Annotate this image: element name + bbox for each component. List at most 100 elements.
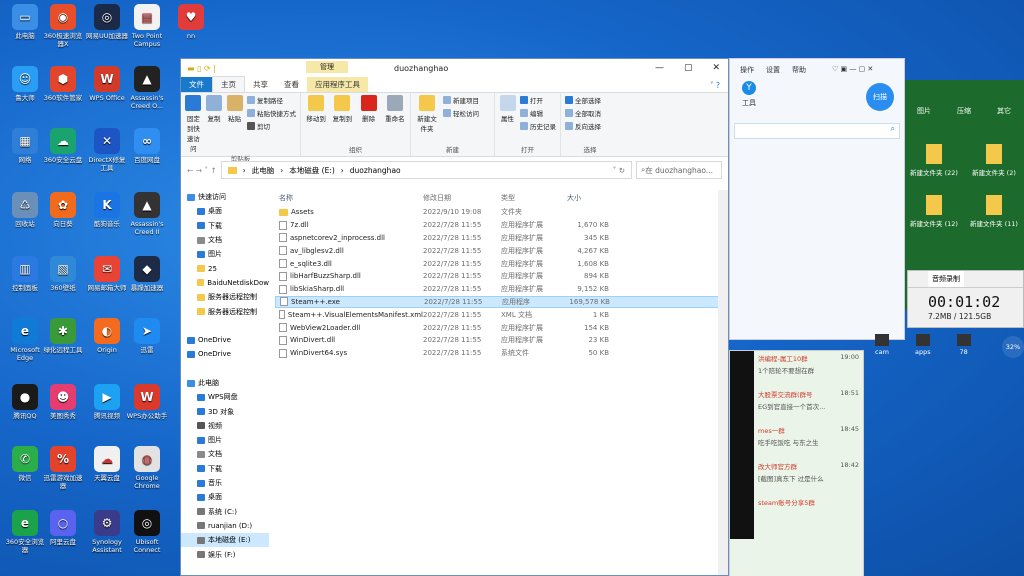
select-none-button[interactable]: 全部取消 [565, 108, 615, 118]
file-row[interactable]: libSkiaSharp.dll 2022/7/28 11:55 应用程序扩展 9,1… [275, 283, 728, 296]
desktop-icon[interactable]: ∞ 百度网盘 [126, 128, 168, 164]
chat-item[interactable]: mes一群 18:45 吃手吃饭吃 与东之生 [758, 425, 861, 461]
desktop-icon[interactable]: % 迅雷游戏加速器 [42, 446, 84, 490]
desktop-icon[interactable]: ▧ 360壁纸 [42, 256, 84, 292]
folder-item[interactable]: 新建文件夹 (12) [906, 195, 962, 228]
desktop-icon[interactable]: ⬢ 360软件管家 [42, 66, 84, 102]
nav-item[interactable]: 桌面 [181, 204, 269, 218]
select-all-button[interactable]: 全部选择 [565, 95, 615, 105]
nav-item[interactable]: 文档 [181, 447, 269, 461]
nav-item[interactable]: 视频 [181, 419, 269, 433]
nav-item[interactable]: 娱乐 (F:) [181, 547, 269, 561]
recorder-tab[interactable] [908, 271, 928, 287]
file-row[interactable]: WebView2Loader.dll 2022/7/28 11:55 应用程序扩展 1… [275, 321, 728, 334]
desktop-icon[interactable]: e 360安全浏览器 [4, 510, 46, 554]
move-to-button[interactable]: 移动到 [305, 95, 327, 123]
nav-arrows[interactable]: ← → ˅ ↑ [187, 166, 217, 175]
easy-access-button[interactable]: 轻松访问 [443, 108, 479, 118]
crumb[interactable]: 本地磁盘 (E:) [289, 165, 335, 176]
desktop-icon[interactable]: ▭ 此电脑 [4, 4, 46, 40]
nav-item[interactable]: 图片 [181, 247, 269, 261]
scan-button[interactable]: 扫描 [866, 83, 894, 111]
folder-item[interactable]: 新建文件夹 (22) [906, 144, 962, 177]
desktop-icon[interactable]: ▶ 腾讯视频 [86, 384, 128, 420]
tab-file[interactable]: 文件 [181, 77, 212, 92]
nav-item[interactable]: 25 [181, 261, 269, 275]
desktop-icon[interactable]: ✉ 网易邮箱大师 [86, 256, 128, 292]
recorder-tab[interactable]: 音频录制 [928, 271, 964, 287]
desktop-icon[interactable]: ▲ Assassin's Creed O... [126, 66, 168, 110]
tab-share[interactable]: 共享 [245, 77, 276, 92]
desktop-icon[interactable]: ☁ 天翼云盘 [86, 446, 128, 482]
folder-item[interactable]: 新建文件夹 (2) [966, 144, 1022, 177]
delete-button[interactable]: 删除 [358, 95, 380, 123]
desktop-icon[interactable]: ⚙ Synology Assistant [86, 510, 128, 554]
desktop-icon[interactable]: K 酷狗音乐 [86, 192, 128, 228]
desktop-icon[interactable]: ▤ Two Point Campus [126, 4, 168, 48]
desktop-icon[interactable]: ✕ DirectX修复工具 [86, 128, 128, 172]
desktop-icon[interactable]: ✆ 微信 [4, 446, 46, 482]
nav-item[interactable]: 3D 对象 [181, 404, 269, 418]
chat-item[interactable]: 洪编程-属工10群 19:00 1个陪轮不要想在群 [758, 353, 861, 389]
desktop-icon[interactable]: ◎ Ubisoft Connect [126, 510, 168, 554]
scrollbar[interactable] [718, 190, 728, 575]
desktop-icon[interactable]: W WPS办公助手 [126, 384, 168, 420]
invert-selection-button[interactable]: 反向选择 [565, 121, 615, 131]
menu-item[interactable]: 帮助 [792, 65, 806, 75]
desktop-icon[interactable]: ▲ Assassin's Creed II [126, 192, 168, 236]
menu-item[interactable]: 操作 [740, 65, 754, 75]
chat-item[interactable]: 大股票交流群(群号 18:51 EG到官直接一个首次... [758, 389, 861, 425]
desktop-icon[interactable]: ✿ 向日葵 [42, 192, 84, 228]
desktop-icon[interactable]: ◉ 360极速浏览器X [42, 4, 84, 48]
file-row[interactable]: av_libglesv2.dll 2022/7/28 11:55 应用程序扩展 4,2… [275, 244, 728, 257]
file-row[interactable]: Steam++.exe 2022/7/28 11:55 应用程序 169,578 KB [275, 295, 728, 309]
new-item-button[interactable]: 新建项目 [443, 95, 479, 105]
nav-item[interactable]: 文档 [181, 233, 269, 247]
col-name[interactable]: 名称 [275, 193, 423, 203]
col-type[interactable]: 类型 [501, 193, 567, 203]
desktop-icon[interactable]: ◐ Origin [86, 318, 128, 354]
file-row[interactable]: WinDivert64.sys 2022/7/28 11:55 系统文件 50 KB [275, 347, 728, 360]
nav-item[interactable]: WPS网盘 [181, 390, 269, 404]
history-button[interactable]: 历史记录 [520, 121, 556, 131]
nav-item[interactable]: OneDrive [181, 333, 269, 347]
bg-icon-cam[interactable]: cam [875, 334, 889, 356]
nav-item[interactable]: 音乐 [181, 476, 269, 490]
folder-item[interactable]: 新建文件夹 (11) [966, 195, 1022, 228]
nav-item[interactable]: 服务器远程控制 [181, 290, 269, 304]
rename-button[interactable]: 重命名 [384, 95, 406, 123]
tab-app-tools[interactable]: 应用程序工具 [307, 77, 368, 92]
new-folder-button[interactable]: 新建文件夹 [415, 95, 439, 133]
desktop-icon[interactable]: ▦ 网络 [4, 128, 46, 164]
paste-shortcut-button[interactable]: 粘贴快捷方式 [247, 108, 296, 118]
desktop-icon[interactable]: ◍ Google Chrome [126, 446, 168, 490]
quick-access-toolbar[interactable]: ▬ ▯ ⟳ | [181, 64, 222, 73]
desktop-icon[interactable]: ☁ 360安全云盘 [42, 128, 84, 164]
properties-button[interactable]: 属性 [499, 95, 516, 131]
search-input[interactable]: ⌕ 在 duozhanghao... [636, 161, 722, 179]
tab-home[interactable]: 主页 [212, 76, 245, 92]
desktop-icon[interactable]: ✱ 绿化远程工具 [42, 318, 84, 354]
window-controls[interactable]: ♡ ▣ — ▢ ✕ [832, 65, 873, 75]
file-row[interactable]: WinDivert.dll 2022/7/28 11:55 应用程序扩展 23 KB [275, 334, 728, 347]
cut-button[interactable]: 剪切 [247, 121, 296, 131]
nav-item[interactable]: 桌面 [181, 490, 269, 504]
desktop-icon[interactable]: e Microsoft Edge [4, 318, 46, 362]
pin-button[interactable]: 固定到快速访问 [185, 95, 202, 153]
desktop-icon[interactable]: ➤ 迅雷 [126, 318, 168, 354]
desktop-icon[interactable]: ◎ 网易UU加速器 [86, 4, 128, 40]
file-row[interactable]: aspnetcorev2_inprocess.dll 2022/7/28 11:5… [275, 232, 728, 245]
crumb[interactable]: 此电脑 [252, 165, 275, 176]
desktop-icon[interactable]: ◆ 暴躁加速器 [126, 256, 168, 292]
nav-item[interactable]: OneDrive [181, 347, 269, 361]
nav-item[interactable]: 快速访问 [181, 190, 269, 204]
copy-button[interactable]: 复制 [206, 95, 223, 153]
manage-tab-header[interactable]: 管理 [306, 61, 348, 73]
nav-item[interactable]: 系统 (C:) [181, 505, 269, 519]
file-row[interactable]: 7z.dll 2022/7/28 11:55 应用程序扩展 1,670 KB [275, 219, 728, 232]
copy-path-button[interactable]: 复制路径 [247, 95, 296, 105]
file-row[interactable]: Steam++.VisualElementsManifest.xml 2022/7… [275, 308, 728, 321]
nav-item[interactable]: 此电脑 [181, 376, 269, 390]
window-controls[interactable]: — ▢ ✕ [655, 63, 728, 73]
desktop-icon[interactable]: ☺ 鲁大师 [4, 66, 46, 102]
